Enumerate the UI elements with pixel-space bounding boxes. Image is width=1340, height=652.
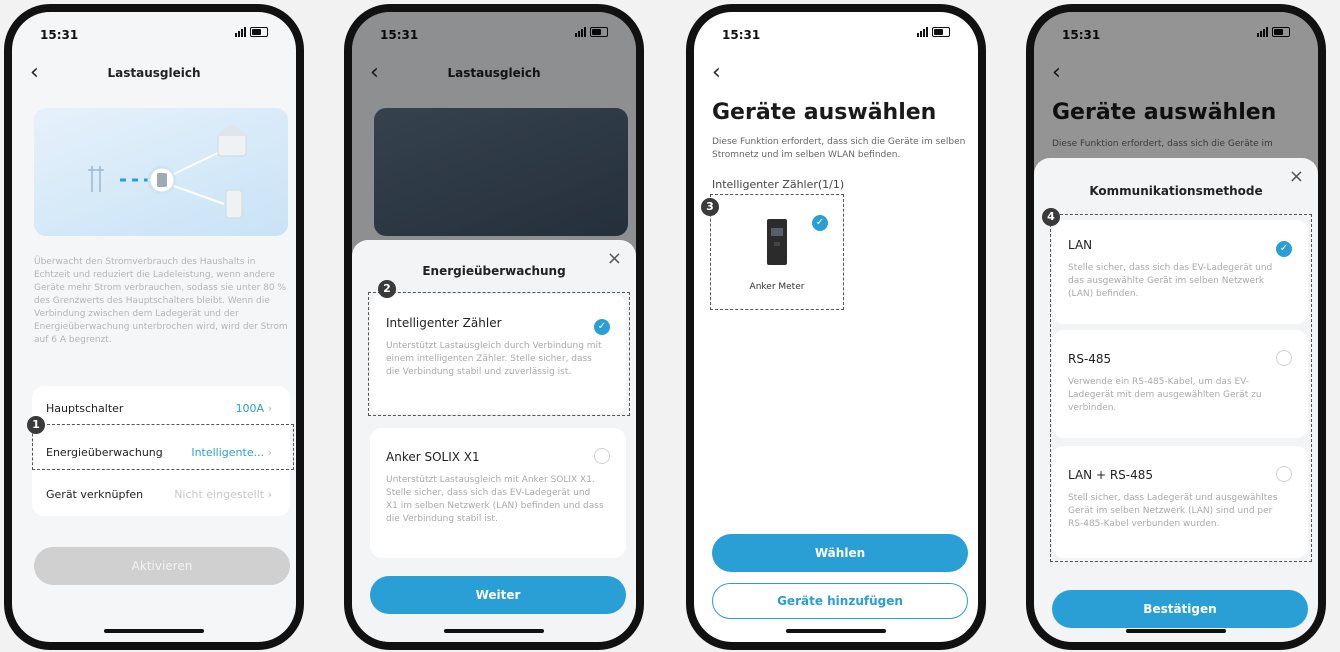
- feature-description: Überwacht den Stromverbrauch des Haushal…: [34, 257, 288, 345]
- home-indicator: [104, 629, 204, 633]
- page-description: Diese Funktion erfordert, dass sich die …: [712, 137, 966, 160]
- screen-select-devices: 15:31 ‹ Geräte auswählen Diese Funktion …: [694, 12, 978, 642]
- option-radio[interactable]: [594, 448, 610, 468]
- link-device-value-text: Nicht eingestellt: [174, 488, 265, 501]
- highlight-box-3: [710, 194, 844, 310]
- status-bar: 15:31: [722, 26, 950, 44]
- step-marker-4: 4: [1042, 208, 1060, 226]
- phone-frame-2: 15:31 ‹ Lastausgleich × Energieüberwachu…: [344, 4, 644, 650]
- back-arrow-icon[interactable]: ‹: [712, 60, 721, 85]
- row-link-device-label: Gerät verknüpfen: [46, 488, 144, 501]
- status-time: 15:31: [722, 28, 761, 42]
- status-bar: 15:31: [40, 26, 268, 44]
- option-description: Unterstützt Lastausgleich mit Anker SOLI…: [386, 475, 604, 524]
- activate-button[interactable]: Aktivieren: [34, 547, 290, 585]
- step-marker-2: 2: [378, 280, 396, 298]
- illustration-graphic: [88, 124, 248, 219]
- chevron-right-icon: ›: [267, 402, 272, 415]
- status-time: 15:31: [40, 28, 79, 42]
- screen-load-balancing: 15:31 ‹ Lastausgleich Überwacht den Stro…: [12, 12, 296, 642]
- close-icon[interactable]: ×: [1289, 166, 1304, 187]
- battery-icon: [932, 27, 950, 37]
- home-indicator: [1126, 629, 1226, 633]
- row-main-breaker[interactable]: Hauptschalter 100A ›: [32, 386, 290, 426]
- sheet-title: Kommunikationsmethode: [1089, 184, 1263, 198]
- status-icons: [235, 27, 268, 37]
- phone-frame-4: 15:31 ‹ Geräte auswählen Diese Funktion …: [1026, 4, 1326, 650]
- highlight-box-2: [368, 292, 630, 416]
- select-button[interactable]: Wählen: [712, 534, 968, 572]
- step-marker-3: 3: [701, 198, 719, 216]
- phone-frame-3: 15:31 ‹ Geräte auswählen Diese Funktion …: [686, 4, 986, 650]
- confirm-button[interactable]: Bestätigen: [1052, 590, 1308, 628]
- close-icon[interactable]: ×: [607, 248, 622, 269]
- page-title: Lastausgleich: [107, 66, 201, 80]
- load-balancing-illustration: [34, 108, 288, 236]
- row-main-breaker-label: Hauptschalter: [46, 402, 124, 415]
- energy-monitoring-sheet: × Energieüberwachung Intelligenter Zähle…: [352, 240, 636, 642]
- communication-method-sheet: × Kommunikationsmethode LAN ✓ Stelle sic…: [1034, 158, 1318, 642]
- screen-communication-method-sheet: 15:31 ‹ Geräte auswählen Diese Funktion …: [1034, 12, 1318, 642]
- signal-icon: [235, 27, 246, 37]
- home-indicator: [444, 629, 544, 633]
- row-main-breaker-value: 100A ›: [236, 402, 272, 415]
- sheet-title: Energieüberwachung: [422, 264, 566, 278]
- step-marker-1: 1: [27, 416, 45, 434]
- next-button[interactable]: Weiter: [370, 576, 626, 614]
- chevron-right-icon: ›: [267, 488, 272, 501]
- highlight-box-1: [32, 424, 294, 470]
- add-devices-button[interactable]: Geräte hinzufügen: [712, 583, 968, 619]
- radio-icon: [594, 448, 610, 464]
- phone-frame-1: 15:31 ‹ Lastausgleich Überwacht den Stro…: [4, 4, 304, 650]
- signal-icon: [917, 27, 928, 37]
- option-title: Anker SOLIX X1: [386, 450, 480, 464]
- section-label: Intelligenter Zähler(1/1): [712, 178, 845, 191]
- row-link-device-value: Nicht eingestellt ›: [174, 488, 272, 501]
- status-icons: [917, 27, 950, 37]
- main-breaker-value-text: 100A: [235, 402, 265, 415]
- row-link-device[interactable]: Gerät verknüpfen Nicht eingestellt ›: [32, 478, 290, 514]
- battery-icon: [250, 27, 268, 37]
- home-indicator: [786, 629, 886, 633]
- highlight-box-4: [1050, 214, 1312, 562]
- screen-energy-monitoring-sheet: 15:31 ‹ Lastausgleich × Energieüberwachu…: [352, 12, 636, 642]
- option-anker-solix-x1[interactable]: Anker SOLIX X1 Unterstützt Lastausgleich…: [370, 428, 626, 558]
- page-title: Geräte auswählen: [712, 100, 937, 125]
